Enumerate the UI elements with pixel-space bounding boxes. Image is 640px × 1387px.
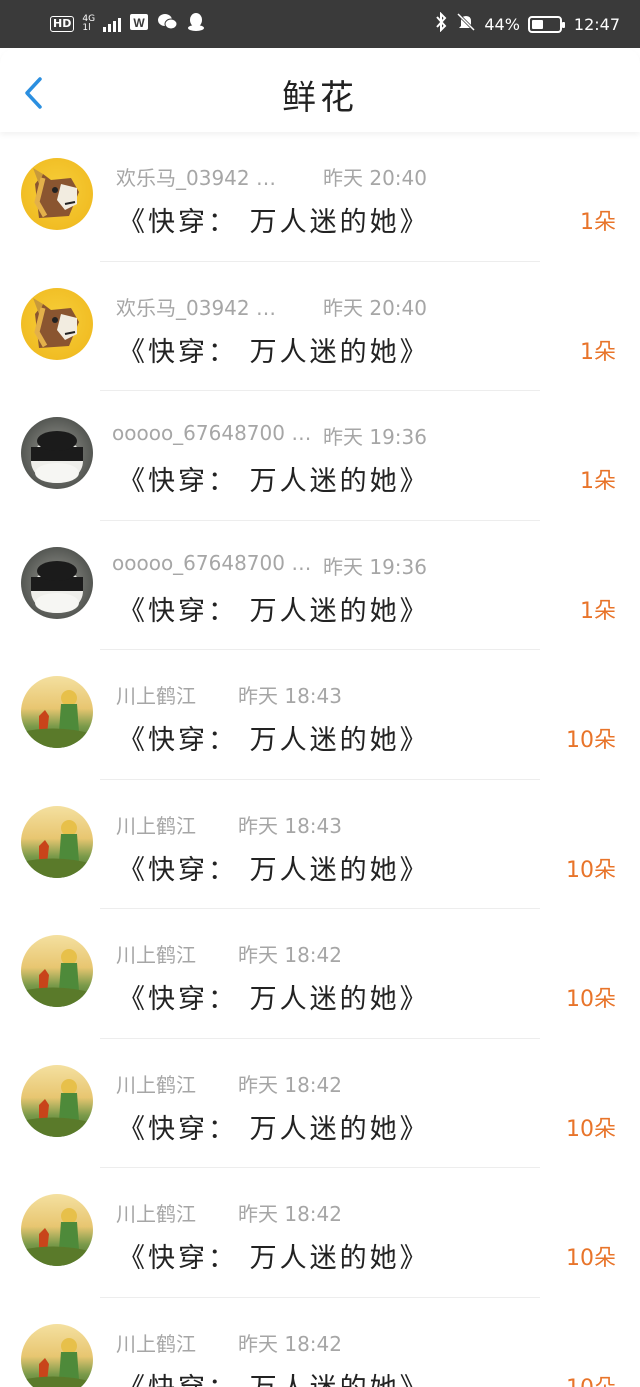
qq-icon [187,12,205,36]
send-time: 昨天 18:42 [238,1072,342,1097]
send-time: 昨天 20:40 [323,295,427,320]
flower-count: 10朵 [566,857,616,883]
send-time: 昨天 18:42 [238,1202,342,1226]
page-title: 鲜花 [282,78,358,118]
avatar[interactable] [21,676,93,748]
status-left: HD 4G 1l W [50,12,205,36]
list-item[interactable]: 川上鹤江 昨天 18:42 《快穿： 万人迷的她》 10朵 [0,1298,640,1387]
book-title: 《快穿： 万人迷的她》 [118,1366,430,1387]
mute-bell-icon [456,12,476,36]
send-time: 昨天 19:36 [323,554,427,579]
book-title: 《快穿： 万人迷的她》 [118,595,430,627]
list-item[interactable]: ooooo_67648700 … 昨天 19:36 《快穿： 万人迷的她》 1朵 [0,391,640,521]
send-time: 昨天 18:43 [238,684,342,708]
book-title: 《快穿： 万人迷的她》 [118,466,430,497]
sender-name: 川上鹤江 [116,813,196,838]
list-item[interactable]: ooooo_67648700 … 昨天 19:36 《快穿： 万人迷的她》 1朵 [0,521,640,650]
sender-name: 川上鹤江 [116,684,196,708]
hd-badge: HD [50,16,75,32]
flower-count: 1朵 [580,210,616,235]
book-title: 《快穿： 万人迷的她》 [118,725,430,756]
avatar[interactable] [21,417,93,489]
flower-count: 1朵 [580,339,616,365]
status-right: 44% 12:47 [434,11,620,36]
avatar[interactable] [21,805,93,878]
sender-name: 川上鹤江 [116,1072,196,1097]
book-title: 《快穿： 万人迷的她》 [118,1243,430,1274]
avatar[interactable] [21,935,93,1007]
sender-name: 欢乐马_03942 … [116,295,276,320]
book-title: 《快穿： 万人迷的她》 [118,336,430,368]
flower-count: 10朵 [566,1246,616,1271]
signal-icon [103,16,122,32]
list-item[interactable]: 川上鹤江 昨天 18:42 《快穿： 万人迷的她》 10朵 [0,1168,640,1298]
bluetooth-icon [434,11,448,36]
network-type: 4G 1l [82,14,96,33]
header: 鲜花 [0,48,640,132]
flower-count: 10朵 [566,987,616,1012]
sender-name: ooooo_67648700 … [112,421,312,445]
status-bar: HD 4G 1l W 44% 12:47 [0,0,640,48]
avatar[interactable] [21,1194,93,1266]
sender-name: 欢乐马_03942 … [116,166,276,190]
book-title: 《快穿： 万人迷的她》 [118,984,430,1015]
flower-count: 10朵 [566,1116,616,1142]
wps-icon: W [129,13,149,35]
send-time: 昨天 18:42 [238,1331,342,1356]
avatar[interactable] [21,1064,93,1137]
flower-count: 1朵 [580,469,616,494]
book-title: 《快穿： 万人迷的她》 [118,207,430,238]
send-time: 昨天 18:42 [238,943,342,967]
list-item[interactable]: 川上鹤江 昨天 18:42 《快穿： 万人迷的她》 10朵 [0,909,640,1039]
sender-name: ooooo_67648700 … [112,550,312,575]
list-item[interactable]: 欢乐马_03942 … 昨天 20:40 《快穿： 万人迷的她》 1朵 [0,132,640,262]
sender-name: 川上鹤江 [116,943,196,967]
avatar[interactable] [21,1323,93,1387]
book-title: 《快穿： 万人迷的她》 [118,1113,430,1145]
battery-icon [527,15,565,33]
avatar[interactable] [21,158,93,230]
flower-count: 10朵 [566,728,616,753]
wechat-icon [157,13,179,35]
list-item[interactable]: 欢乐马_03942 … 昨天 20:40 《快穿： 万人迷的她》 1朵 [0,262,640,391]
sender-name: 川上鹤江 [116,1202,196,1226]
list-item[interactable]: 川上鹤江 昨天 18:43 《快穿： 万人迷的她》 10朵 [0,650,640,780]
sender-name: 川上鹤江 [116,1331,196,1356]
book-title: 《快穿： 万人迷的她》 [118,854,430,886]
flower-gift-list: 欢乐马_03942 … 昨天 20:40 《快穿： 万人迷的她》 1朵 欢乐马_0394… [0,132,640,1387]
list-item[interactable]: 川上鹤江 昨天 18:42 《快穿： 万人迷的她》 10朵 [0,1039,640,1168]
send-time: 昨天 20:40 [323,166,427,190]
avatar[interactable] [21,546,93,619]
list-item[interactable]: 川上鹤江 昨天 18:43 《快穿： 万人迷的她》 10朵 [0,780,640,909]
flower-count: 1朵 [580,598,616,624]
flower-count: 10朵 [566,1370,616,1387]
battery-percent: 44% [484,14,520,34]
avatar[interactable] [21,287,93,360]
svg-text:W: W [133,16,145,30]
send-time: 昨天 19:36 [323,425,427,449]
send-time: 昨天 18:43 [238,813,342,838]
clock: 12:47 [573,14,620,34]
